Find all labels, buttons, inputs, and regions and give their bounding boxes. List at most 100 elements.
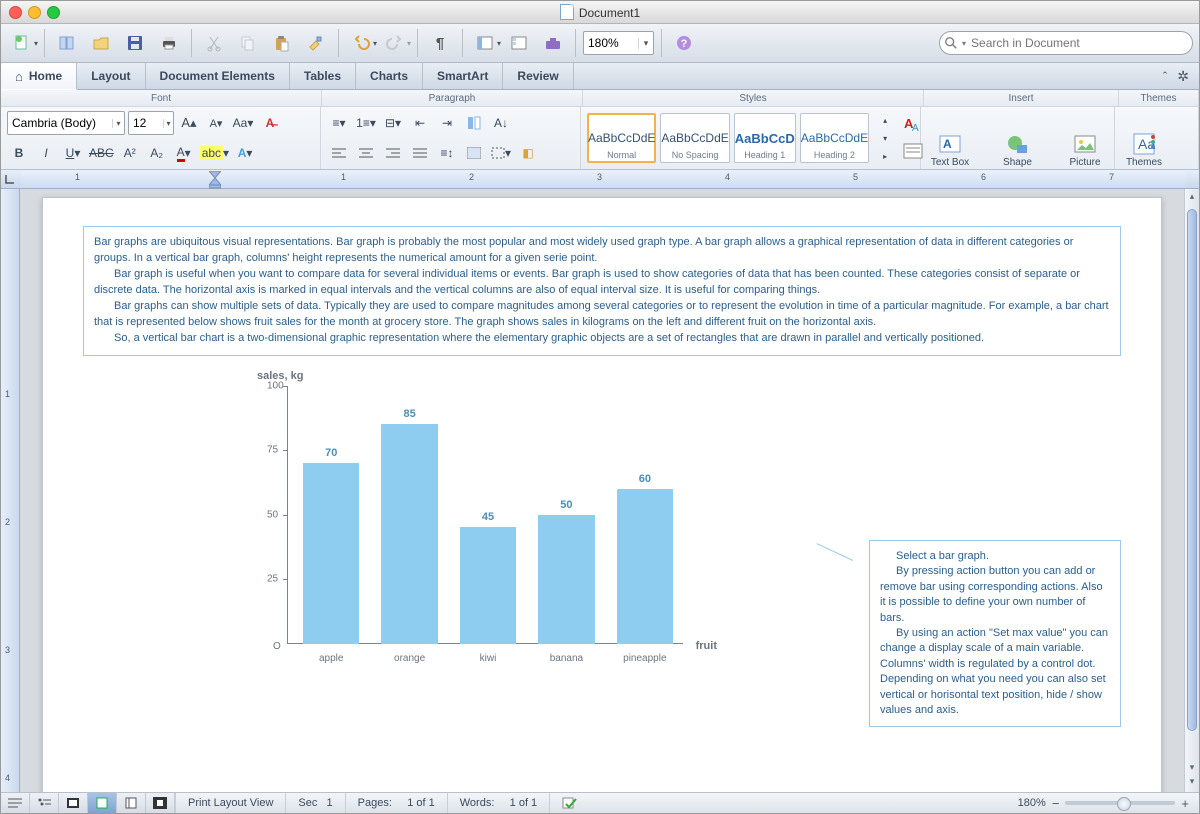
gallery-button[interactable] xyxy=(504,29,534,57)
align-right-button[interactable] xyxy=(381,141,405,165)
bar-pineapple[interactable]: 60 xyxy=(617,489,673,644)
notebook-view-button[interactable] xyxy=(117,793,146,813)
decrease-indent-button[interactable]: ⇤ xyxy=(408,111,432,135)
focus-view-button[interactable] xyxy=(146,793,175,813)
shrink-font-button[interactable]: A▾ xyxy=(204,111,228,135)
zoom-dropdown[interactable]: ▾ xyxy=(638,38,653,49)
tab-review[interactable]: Review xyxy=(503,63,573,89)
search-box[interactable]: ▾ xyxy=(939,31,1193,55)
justify-button[interactable] xyxy=(408,141,432,165)
vertical-scrollbar[interactable]: ▴ ▾ ▾ xyxy=(1184,189,1199,792)
print-button[interactable] xyxy=(154,29,184,57)
align-left-button[interactable] xyxy=(327,141,351,165)
print-layout-view-button[interactable] xyxy=(88,793,117,813)
zoom-window-button[interactable] xyxy=(47,6,60,19)
bar-apple[interactable]: 70 xyxy=(303,463,359,644)
grow-font-button[interactable]: A▴ xyxy=(177,111,201,135)
ribbon-settings-button[interactable]: ✲ xyxy=(1177,68,1189,85)
horizontal-ruler[interactable]: 1 1 2 3 4 5 6 7 xyxy=(1,170,1199,189)
insert-shape-button[interactable]: Shape xyxy=(995,111,1041,169)
tab-home[interactable]: ⌂Home xyxy=(1,63,77,90)
scroll-down-button[interactable]: ▾ xyxy=(1185,762,1199,776)
font-size-combo[interactable]: ▾ xyxy=(128,111,174,135)
toolbox-button[interactable] xyxy=(538,29,568,57)
zoom-slider-knob[interactable] xyxy=(1117,797,1131,811)
paste-button[interactable] xyxy=(267,29,297,57)
align-center-button[interactable] xyxy=(354,141,378,165)
templates-button[interactable] xyxy=(52,29,82,57)
search-dropdown-icon[interactable]: ▾ xyxy=(962,39,966,48)
font-name-combo[interactable]: ▾ xyxy=(7,111,125,135)
help-button[interactable]: ? xyxy=(669,29,699,57)
multilevel-list-button[interactable]: ⊟▾ xyxy=(381,111,405,135)
insert-picture-button[interactable]: Picture xyxy=(1062,111,1108,169)
sort-button[interactable]: A↓ xyxy=(489,111,513,135)
paragraph-dialog-button[interactable]: ◧ xyxy=(516,141,540,165)
zoom-slider[interactable] xyxy=(1065,801,1175,805)
scroll-page-down-button[interactable]: ▾ xyxy=(1185,776,1199,790)
sidebar-button[interactable]: ▾ xyxy=(470,29,500,57)
show-marks-button[interactable]: ¶ xyxy=(425,29,455,57)
publishing-view-button[interactable] xyxy=(59,793,88,813)
bullets-button[interactable]: ≡▾ xyxy=(327,111,351,135)
save-button[interactable] xyxy=(120,29,150,57)
font-color-button[interactable]: A▾ xyxy=(172,141,196,165)
line-spacing-button[interactable]: ≡↕ xyxy=(435,141,459,165)
format-painter-button[interactable] xyxy=(301,29,331,57)
open-button[interactable] xyxy=(86,29,116,57)
bar-kiwi[interactable]: 45 xyxy=(460,527,516,643)
text-direction-button[interactable] xyxy=(462,111,486,135)
minimize-window-button[interactable] xyxy=(28,6,41,19)
tab-layout[interactable]: Layout xyxy=(77,63,145,89)
borders-button[interactable]: ▾ xyxy=(489,141,513,165)
zoom-out-button[interactable]: − xyxy=(1052,796,1060,811)
tab-document-elements[interactable]: Document Elements xyxy=(146,63,290,89)
highlight-button[interactable]: abc▾ xyxy=(199,141,230,165)
strikethrough-button[interactable]: ABC xyxy=(88,141,115,165)
numbering-button[interactable]: 1≡▾ xyxy=(354,111,378,135)
underline-button[interactable]: U▾ xyxy=(61,141,85,165)
superscript-button[interactable]: A² xyxy=(118,141,142,165)
intro-text-box[interactable]: Bar graphs are ubiquitous visual represe… xyxy=(83,226,1121,356)
styles-expand[interactable]: ▸ xyxy=(873,148,897,164)
outline-view-button[interactable] xyxy=(30,793,59,813)
undo-button[interactable]: ▾ xyxy=(346,29,376,57)
change-case-button[interactable]: Aa▾ xyxy=(231,111,255,135)
vertical-ruler[interactable]: 1 2 3 4 xyxy=(1,189,20,792)
style-no-spacing[interactable]: AaBbCcDdENo Spacing xyxy=(660,113,729,163)
shading-button[interactable] xyxy=(462,141,486,165)
tab-selector[interactable] xyxy=(3,172,17,186)
right-callout-box[interactable]: Select a bar graph. By pressing action b… xyxy=(869,540,1121,727)
copy-button[interactable] xyxy=(233,29,263,57)
cut-button[interactable] xyxy=(199,29,229,57)
spell-check-indicator[interactable] xyxy=(549,793,590,813)
style-heading-2[interactable]: AaBbCcDdEHeading 2 xyxy=(800,113,869,163)
new-document-button[interactable]: ▾ xyxy=(7,29,37,57)
tab-tables[interactable]: Tables xyxy=(290,63,356,89)
tab-smartart[interactable]: SmartArt xyxy=(423,63,503,89)
subscript-button[interactable]: A₂ xyxy=(145,141,169,165)
close-window-button[interactable] xyxy=(9,6,22,19)
styles-scroll-up[interactable]: ▴ xyxy=(873,112,897,128)
bar-banana[interactable]: 50 xyxy=(538,515,594,644)
styles-scroll-down[interactable]: ▾ xyxy=(873,130,897,146)
zoom-input[interactable] xyxy=(584,34,638,52)
zoom-in-button[interactable]: + xyxy=(1181,796,1189,811)
style-heading-1[interactable]: AaBbCcDHeading 1 xyxy=(734,113,796,163)
search-input[interactable] xyxy=(969,35,1184,51)
text-effects-button[interactable]: A▾ xyxy=(233,141,257,165)
style-normal[interactable]: AaBbCcDdENormal xyxy=(587,113,656,163)
redo-button[interactable]: ▾ xyxy=(380,29,410,57)
bold-button[interactable]: B xyxy=(7,141,31,165)
bar-orange[interactable]: 85 xyxy=(381,424,437,643)
increase-indent-button[interactable]: ⇥ xyxy=(435,111,459,135)
scroll-up-button[interactable]: ▴ xyxy=(1185,191,1199,205)
italic-button[interactable]: I xyxy=(34,141,58,165)
clear-formatting-button[interactable]: A̶ xyxy=(258,111,282,135)
scroll-thumb[interactable] xyxy=(1187,209,1197,731)
collapse-ribbon-button[interactable]: ˆ xyxy=(1163,69,1167,84)
tab-charts[interactable]: Charts xyxy=(356,63,423,89)
draft-view-button[interactable] xyxy=(1,793,30,813)
insert-textbox-button[interactable]: AText Box xyxy=(927,111,973,169)
themes-button[interactable]: AaThemes xyxy=(1121,111,1167,169)
